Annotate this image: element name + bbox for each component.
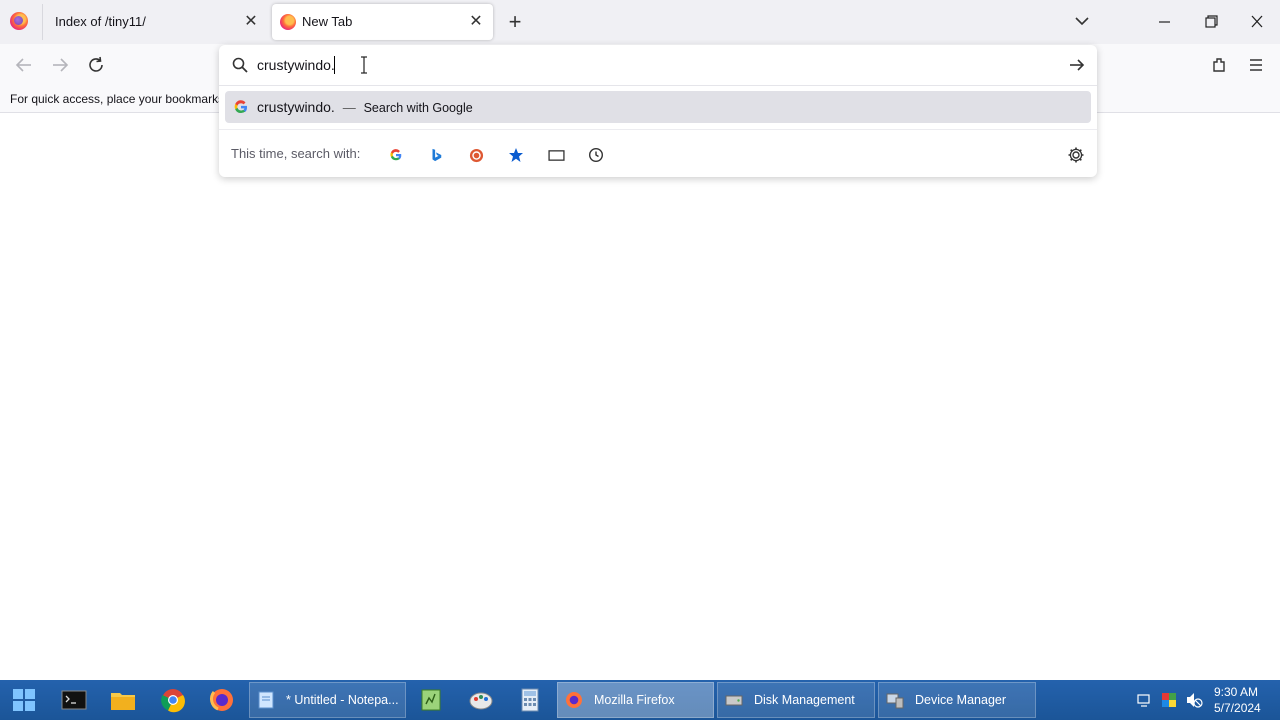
tab-title: New Tab	[302, 14, 353, 29]
reload-icon[interactable]	[83, 52, 109, 78]
file-explorer-icon[interactable]	[109, 686, 137, 714]
tab-new-tab[interactable]: New Tab ✕	[272, 4, 493, 40]
suggestion-text: crustywindo. — Search with Google	[257, 99, 473, 115]
close-tab-icon[interactable]: ✕	[242, 4, 260, 40]
taskbar-item-label: Disk Management	[754, 693, 855, 707]
firefox-icon[interactable]	[208, 686, 236, 714]
suggestion-query: crustywindo.	[257, 99, 335, 115]
suggestion-action: Search with Google	[363, 101, 473, 115]
go-arrow-icon[interactable]	[1067, 55, 1087, 75]
divider	[219, 85, 1097, 86]
bookmarks-star-icon[interactable]	[505, 144, 527, 166]
paint-icon[interactable]	[467, 686, 495, 714]
taskbar: * Untitled - Notepa... Mozilla Firefox D…	[0, 680, 1280, 720]
taskbar-item-firefox[interactable]: Mozilla Firefox	[557, 682, 714, 718]
history-icon[interactable]	[585, 144, 607, 166]
restore-icon[interactable]	[1199, 8, 1223, 36]
duckduckgo-icon[interactable]	[465, 144, 487, 166]
taskbar-item-notepad[interactable]: * Untitled - Notepa...	[249, 682, 406, 718]
new-tab-button[interactable]: +	[504, 8, 526, 36]
bookmarks-hint: For quick access, place your bookmarks	[10, 92, 225, 106]
tab-title: Index of /tiny11/	[55, 14, 146, 29]
gear-icon[interactable]	[1065, 144, 1087, 166]
search-suggestion-row[interactable]: crustywindo. — Search with Google	[225, 91, 1091, 123]
divider	[219, 129, 1097, 130]
ibeam-cursor-icon	[361, 56, 367, 74]
menu-icon[interactable]	[1243, 52, 1269, 78]
search-icon	[232, 57, 248, 73]
url-input[interactable]: crustywindo.	[219, 45, 1097, 85]
tabs-icon[interactable]	[545, 144, 567, 166]
suggestion-separator: —	[342, 100, 356, 115]
notepad-icon	[258, 691, 274, 709]
minimize-icon[interactable]	[1153, 8, 1177, 36]
disk-management-icon	[725, 695, 743, 706]
url-input-text: crustywindo.	[257, 57, 335, 73]
calculator-icon[interactable]	[516, 686, 544, 714]
close-tab-icon[interactable]: ✕	[467, 4, 485, 40]
chrome-icon[interactable]	[159, 686, 187, 714]
urlbar-popup: crustywindo. crustywindo. — Search with …	[219, 45, 1097, 177]
taskbar-item-label: Mozilla Firefox	[594, 693, 675, 707]
text-caret	[334, 56, 335, 74]
terminal-icon[interactable]	[60, 686, 88, 714]
taskbar-item-disk-management[interactable]: Disk Management	[717, 682, 875, 718]
taskbar-item-label: * Untitled - Notepa...	[286, 693, 399, 707]
google-icon	[233, 99, 249, 115]
network-icon[interactable]	[1136, 680, 1154, 720]
forward-icon[interactable]	[47, 52, 73, 78]
clock-date: 5/7/2024	[1214, 701, 1261, 715]
taskbar-item-label: Device Manager	[915, 693, 1007, 707]
firefox-view-icon[interactable]	[10, 12, 28, 30]
google-icon[interactable]	[385, 144, 407, 166]
system-clock[interactable]: 9:30 AM 5/7/2024	[1214, 684, 1261, 716]
device-manager-icon	[886, 693, 904, 709]
windows-start-icon[interactable]	[10, 686, 38, 714]
firefox-icon	[566, 692, 582, 708]
close-window-icon[interactable]	[1245, 8, 1269, 36]
tab-strip: Index of /tiny11/ ✕ New Tab ✕ +	[0, 0, 1280, 44]
firefox-tab-icon	[280, 14, 296, 30]
bing-icon[interactable]	[425, 144, 447, 166]
volume-muted-icon[interactable]	[1184, 680, 1204, 720]
one-off-search-label: This time, search with:	[231, 146, 361, 161]
notepad-plus-icon[interactable]	[417, 686, 445, 714]
taskbar-item-device-manager[interactable]: Device Manager	[878, 682, 1036, 718]
back-icon[interactable]	[11, 52, 37, 78]
clock-time: 9:30 AM	[1214, 685, 1259, 699]
display-color-icon[interactable]	[1160, 680, 1178, 720]
extensions-icon[interactable]	[1207, 52, 1233, 78]
list-all-tabs-icon[interactable]	[1072, 10, 1092, 32]
tab-index-of-tiny11[interactable]: Index of /tiny11/ ✕	[42, 4, 268, 40]
